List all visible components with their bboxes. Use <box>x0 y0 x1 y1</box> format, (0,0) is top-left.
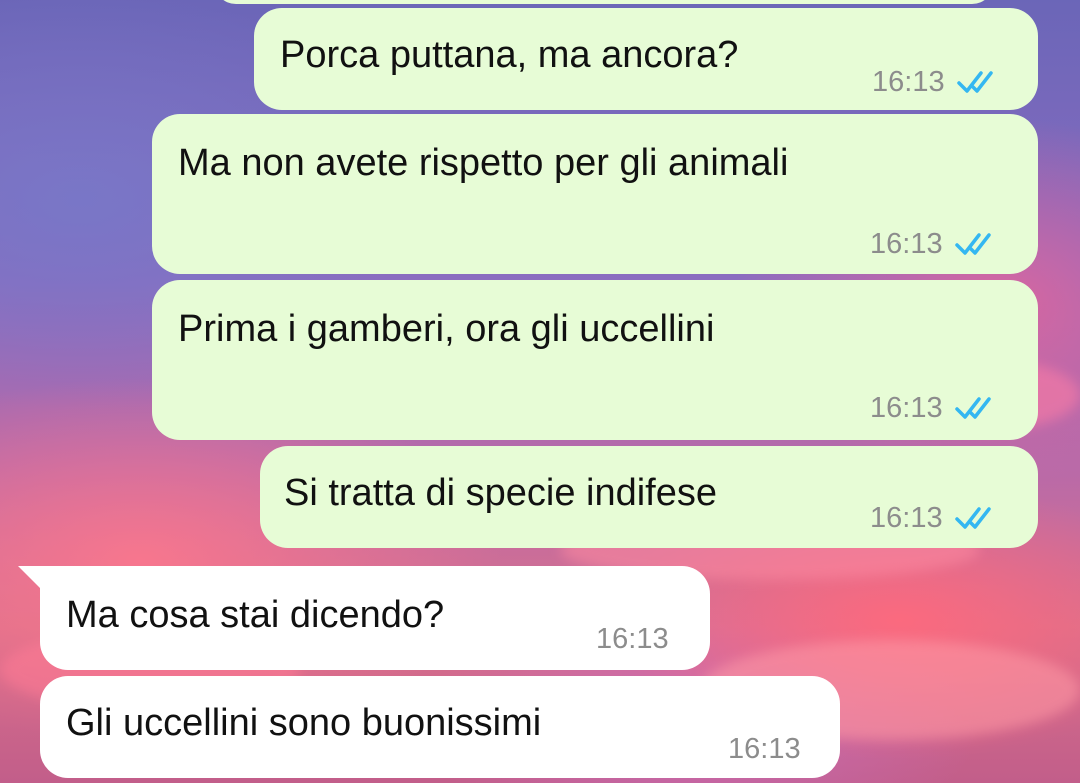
double-check-read-icon <box>956 71 993 93</box>
double-check-read-icon <box>954 507 991 529</box>
message-meta: 16:13 <box>596 616 669 662</box>
message-text: Porca puttana, ma ancora? <box>280 34 739 76</box>
message-text: Ma cosa stai dicendo? <box>66 594 445 636</box>
message-timestamp: 16:13 <box>596 623 669 655</box>
message-meta: 16:13 <box>728 726 801 772</box>
message-bubble-outgoing[interactable]: Prima i gamberi, ora gli uccellini 16:13 <box>152 280 1038 440</box>
message-text: Prima i gamberi, ora gli uccellini <box>178 308 715 350</box>
message-timestamp: 16:13 <box>870 228 943 260</box>
message-text: Gli uccellini sono buonissimi <box>66 702 542 744</box>
message-bubble-incoming[interactable]: Gli uccellini sono buonissimi 16:13 <box>40 676 840 778</box>
message-bubble-partial[interactable] <box>214 0 994 4</box>
message-meta: 16:13 <box>872 59 1001 105</box>
message-timestamp: 16:13 <box>870 502 943 534</box>
message-bubble-outgoing[interactable]: Porca puttana, ma ancora? 16:13 <box>254 8 1038 110</box>
message-meta: 16:13 <box>870 495 999 541</box>
message-bubble-incoming[interactable]: Ma cosa stai dicendo? 16:13 <box>40 566 710 670</box>
double-check-read-icon <box>954 233 991 255</box>
message-timestamp: 16:13 <box>728 733 801 765</box>
message-meta: 16:13 <box>870 385 999 431</box>
message-bubble-outgoing[interactable]: Si tratta di specie indifese 16:13 <box>260 446 1038 548</box>
message-meta: 16:13 <box>870 221 999 267</box>
message-timestamp: 16:13 <box>870 392 943 424</box>
double-check-read-icon <box>954 397 991 419</box>
message-text: Ma non avete rispetto per gli animali <box>178 142 789 184</box>
message-text: Si tratta di specie indifese <box>284 472 718 514</box>
message-bubble-outgoing[interactable]: Ma non avete rispetto per gli animali 16… <box>152 114 1038 274</box>
message-timestamp: 16:13 <box>872 66 945 98</box>
